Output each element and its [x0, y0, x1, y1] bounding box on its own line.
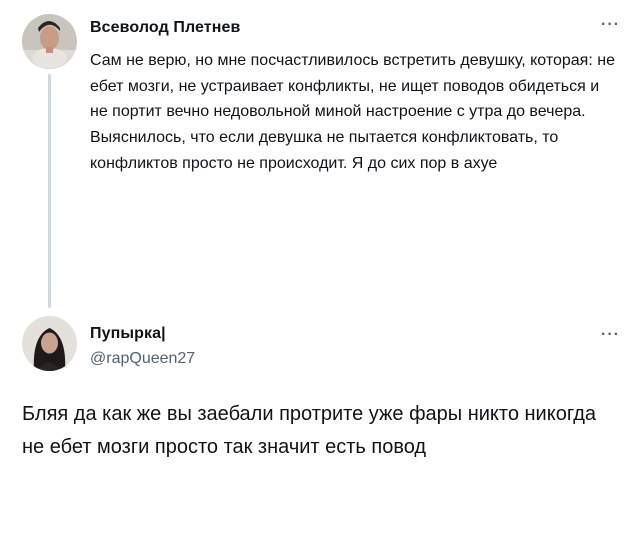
- main-author-name[interactable]: Пупырка|: [90, 325, 166, 343]
- avatar-photo-icon: [22, 316, 77, 371]
- main-author-handle[interactable]: @rapQueen27: [90, 350, 195, 368]
- avatar-photo-icon: [22, 14, 77, 69]
- more-options-icon[interactable]: ···: [601, 327, 620, 343]
- thread-connector-line: [48, 74, 51, 308]
- main-tweet-text: Бляя да как же вы заебали протрите уже ф…: [22, 403, 597, 458]
- reply-author-avatar[interactable]: [22, 14, 77, 69]
- reply-tweet-text: Сам не верю, но мне посчастливилось встр…: [90, 52, 615, 172]
- more-options-icon[interactable]: ···: [601, 17, 620, 33]
- main-author-avatar[interactable]: [22, 316, 77, 371]
- reply-author-name[interactable]: Всеволод Плетнев: [90, 19, 240, 37]
